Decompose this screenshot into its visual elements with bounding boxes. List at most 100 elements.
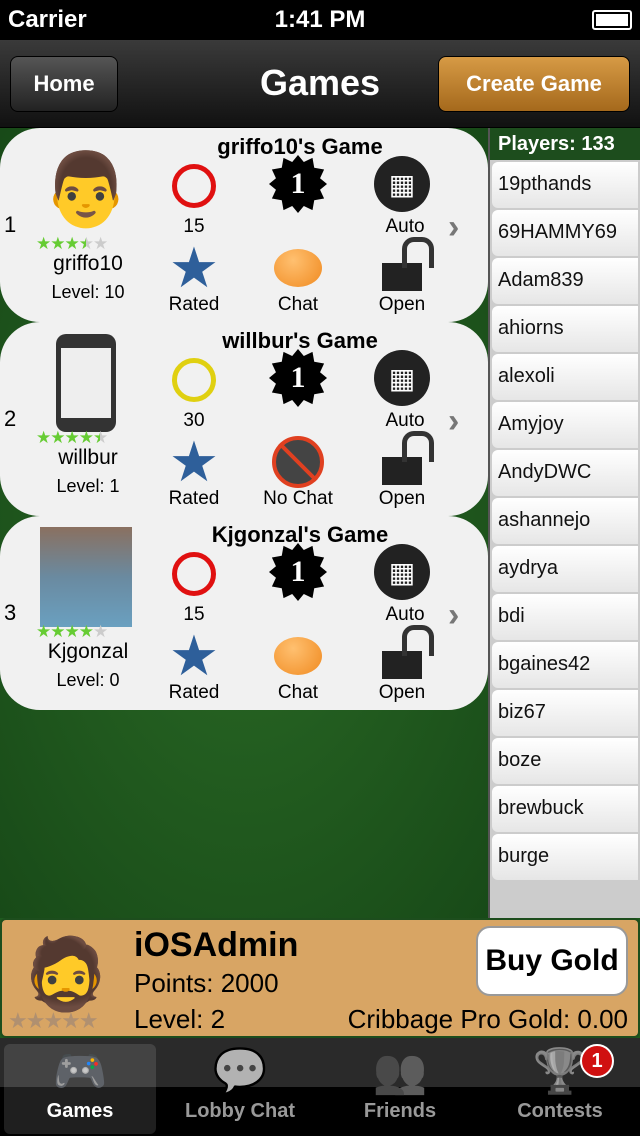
- gamepad-icon: 🎮: [52, 1047, 108, 1096]
- status-label: Open: [378, 294, 426, 315]
- player-item[interactable]: alexoli: [492, 354, 638, 400]
- user-points: Points: 2000: [134, 968, 279, 998]
- no-chat-icon: [268, 434, 328, 490]
- buy-gold-button[interactable]: Buy Gold: [476, 926, 628, 996]
- tab-label: Contests: [517, 1100, 603, 1122]
- player-item[interactable]: Adam839: [492, 258, 638, 304]
- avatar: [40, 334, 132, 432]
- rating-stars: ★★★★★: [36, 234, 108, 253]
- player-item[interactable]: aydrya: [492, 546, 638, 592]
- player-item[interactable]: bdi: [492, 594, 638, 640]
- rated-label: Rated: [168, 682, 220, 703]
- tab-label: Lobby Chat: [185, 1100, 295, 1122]
- chat-label: Chat: [277, 294, 319, 315]
- people-icon: 👥: [372, 1047, 428, 1096]
- host-level: Level: 0: [56, 670, 120, 690]
- best-of-icon: 1: [268, 349, 328, 407]
- calculator-icon: ▦: [372, 544, 432, 600]
- calculator-icon: ▦: [372, 350, 432, 406]
- player-item[interactable]: AndyDWC: [492, 450, 638, 496]
- chat-icon: [268, 240, 328, 296]
- avatar: 👨: [41, 149, 131, 230]
- status-label: Open: [378, 682, 426, 703]
- game-card[interactable]: 1 griffo10's Game 👨 ★★★★★ griffo10 Level…: [0, 128, 488, 322]
- trophy-icon: 🏆: [532, 1047, 588, 1096]
- host-name: Kjgonzal: [47, 640, 129, 663]
- avatar: [40, 527, 132, 627]
- scoring-mode: Auto: [385, 410, 425, 431]
- player-item[interactable]: biz67: [492, 690, 638, 736]
- status-bar: Carrier 1:41 PM: [0, 0, 640, 40]
- player-item[interactable]: ahiorns: [492, 306, 638, 352]
- tab-lobby-chat[interactable]: 💬 Lobby Chat: [164, 1044, 316, 1134]
- players-header: Players: 133: [490, 128, 640, 160]
- user-level: Level: 2: [134, 1004, 226, 1034]
- unlocked-icon: [372, 625, 434, 684]
- chat-label: No Chat: [263, 488, 333, 509]
- player-item[interactable]: bgaines42: [492, 642, 638, 688]
- player-item[interactable]: brewbuck: [492, 786, 638, 832]
- gold-balance: Cribbage Pro Gold: 0.00: [347, 1004, 628, 1034]
- player-item[interactable]: Amyjoy: [492, 402, 638, 448]
- player-item[interactable]: 19pthands: [492, 162, 638, 208]
- home-button[interactable]: Home: [10, 56, 118, 112]
- rating-stars: ★★★★★: [36, 622, 108, 641]
- timer-icon: [164, 352, 224, 408]
- avatar: 🧔: [22, 935, 110, 1013]
- players-list[interactable]: Players: 133 19pthands 69HAMMY69 Adam839 ah…: [488, 128, 640, 918]
- host-level: Level: 1: [56, 476, 120, 496]
- create-game-button[interactable]: Create Game: [438, 56, 630, 112]
- unlocked-icon: [372, 431, 434, 490]
- chevron-right-icon[interactable]: ›: [448, 402, 459, 441]
- scoring-mode: Auto: [385, 216, 425, 237]
- tab-games[interactable]: 🎮 Games: [4, 1044, 156, 1134]
- calculator-icon: ▦: [372, 156, 432, 212]
- timer-icon: [164, 158, 224, 214]
- rated-star-icon: ★: [168, 624, 220, 687]
- tab-contests[interactable]: 🏆 Contests 1: [484, 1044, 636, 1134]
- timer-value: 30: [183, 410, 205, 431]
- game-index: 3: [4, 600, 17, 625]
- player-item[interactable]: burge: [492, 834, 638, 880]
- game-card[interactable]: 2 willbur's Game ★★★★★ willbur Level: 1 …: [0, 322, 488, 516]
- player-item[interactable]: 69HAMMY69: [492, 210, 638, 256]
- game-card[interactable]: 3 Kjgonzal's Game ★★★★★ Kjgonzal Level: …: [0, 516, 488, 710]
- rated-star-icon: ★: [168, 236, 220, 299]
- scoring-mode: Auto: [385, 604, 425, 625]
- game-index: 2: [4, 406, 17, 431]
- games-list: 1 griffo10's Game 👨 ★★★★★ griffo10 Level…: [0, 128, 488, 918]
- player-item[interactable]: ashannejo: [492, 498, 638, 544]
- notification-badge: 1: [580, 1044, 614, 1078]
- chat-label: Chat: [277, 682, 319, 703]
- chat-icon: [268, 628, 328, 684]
- chat-bubble-icon: 💬: [212, 1047, 268, 1096]
- rating-stars: ★★★★★: [36, 428, 108, 447]
- player-item[interactable]: boze: [492, 738, 638, 784]
- timer-value: 15: [183, 216, 205, 237]
- rating-stars: ★★★★★: [8, 1008, 99, 1033]
- user-panel: 🧔 ★★★★★ iOSAdmin Points: 2000 Level: 2 C…: [0, 918, 640, 1038]
- rated-label: Rated: [168, 488, 220, 509]
- nav-bar: Games Home Create Game: [0, 40, 640, 128]
- clock: 1:41 PM: [274, 6, 366, 33]
- battery-icon: [592, 10, 632, 30]
- rated-label: Rated: [168, 294, 220, 315]
- user-name: iOSAdmin: [134, 926, 299, 964]
- tab-friends[interactable]: 👥 Friends: [324, 1044, 476, 1134]
- timer-value: 15: [183, 604, 205, 625]
- best-of-icon: 1: [268, 155, 328, 213]
- game-index: 1: [4, 212, 17, 237]
- tab-bar: 🎮 Games 💬 Lobby Chat 👥 Friends 🏆 Contests 1: [0, 1038, 640, 1136]
- status-label: Open: [378, 488, 426, 509]
- timer-icon: [164, 546, 224, 602]
- tab-label: Games: [46, 1100, 114, 1122]
- chevron-right-icon[interactable]: ›: [448, 208, 459, 247]
- host-name: griffo10: [53, 252, 123, 275]
- tab-label: Friends: [363, 1100, 437, 1122]
- chevron-right-icon[interactable]: ›: [448, 596, 459, 635]
- best-of-icon: 1: [268, 543, 328, 601]
- rated-star-icon: ★: [168, 430, 220, 493]
- unlocked-icon: [372, 237, 434, 296]
- host-name: willbur: [58, 446, 118, 469]
- host-level: Level: 10: [51, 282, 125, 302]
